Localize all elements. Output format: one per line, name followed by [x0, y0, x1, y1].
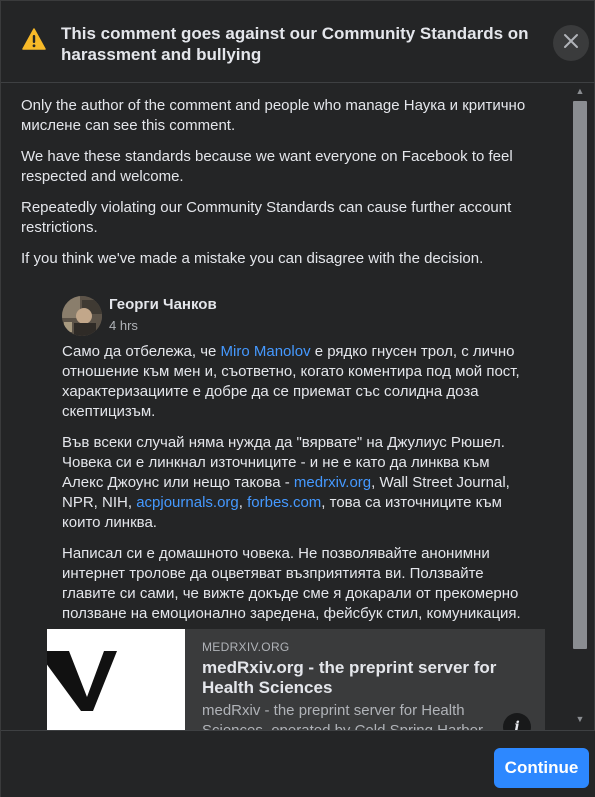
restriction-dialog: This comment goes against our Community …	[0, 0, 595, 797]
comment-text-segment: ,	[238, 494, 248, 511]
continue-button[interactable]: Continue	[494, 748, 589, 788]
avatar[interactable]	[62, 296, 102, 336]
close-icon	[563, 33, 579, 54]
comment-paragraph: Във всеки случай няма нужда да "вярвате"…	[62, 433, 522, 533]
scroll-down-arrow-icon[interactable]: ▼	[575, 714, 585, 724]
comment-body: Само да отбележа, че Miro Manolov е рядк…	[62, 342, 522, 635]
acpjournals-link[interactable]: acpjournals.org	[136, 494, 239, 511]
link-preview-card[interactable]: MEDRXIV.ORG medRxiv.org - the preprint s…	[47, 629, 545, 730]
explanation-paragraph: Only the author of the comment and peopl…	[21, 97, 526, 134]
link-preview-title[interactable]: medRxiv.org - the preprint server for He…	[202, 658, 532, 698]
scroll-up-arrow-icon[interactable]: ▲	[575, 86, 585, 96]
dialog-body[interactable]: Only the author of the comment and peopl…	[1, 84, 595, 730]
medrxiv-link[interactable]: medrxiv.org	[294, 474, 371, 491]
link-preview-domain: MEDRXIV.ORG	[202, 640, 290, 654]
dialog-title: This comment goes against our Community …	[61, 24, 529, 64]
scroll-thumb[interactable]	[573, 101, 587, 649]
explanation-paragraph: If you think we've made a mistake you ca…	[21, 250, 484, 267]
comment-text-segment: Само да отбележа, че	[62, 343, 221, 360]
vertical-scrollbar[interactable]: ▲ ▼	[572, 84, 588, 730]
comment-paragraph: Написал си е домашното човека. Не позвол…	[62, 545, 521, 622]
explanation-paragraph: Repeatedly violating our Community Stand…	[21, 199, 512, 236]
explanation-text: Only the author of the comment and peopl…	[21, 96, 571, 280]
comment-author[interactable]: Георги Чанков	[109, 296, 217, 313]
close-button[interactable]	[553, 25, 589, 61]
dialog-header: This comment goes against our Community …	[1, 1, 595, 83]
warning-triangle-icon	[22, 28, 46, 50]
dialog-footer: Continue	[1, 730, 595, 797]
comment-timestamp[interactable]: 4 hrs	[109, 318, 138, 333]
link-preview-description: medRxiv - the preprint server for Health…	[202, 702, 483, 730]
link-preview-image	[47, 629, 185, 730]
explanation-paragraph: We have these standards because we want …	[21, 148, 513, 185]
comment-paragraph: Само да отбележа, че Miro Manolov е рядк…	[62, 342, 522, 422]
mentioned-user-link[interactable]: Miro Manolov	[221, 343, 311, 360]
forbes-link[interactable]: forbes.com	[247, 494, 321, 511]
